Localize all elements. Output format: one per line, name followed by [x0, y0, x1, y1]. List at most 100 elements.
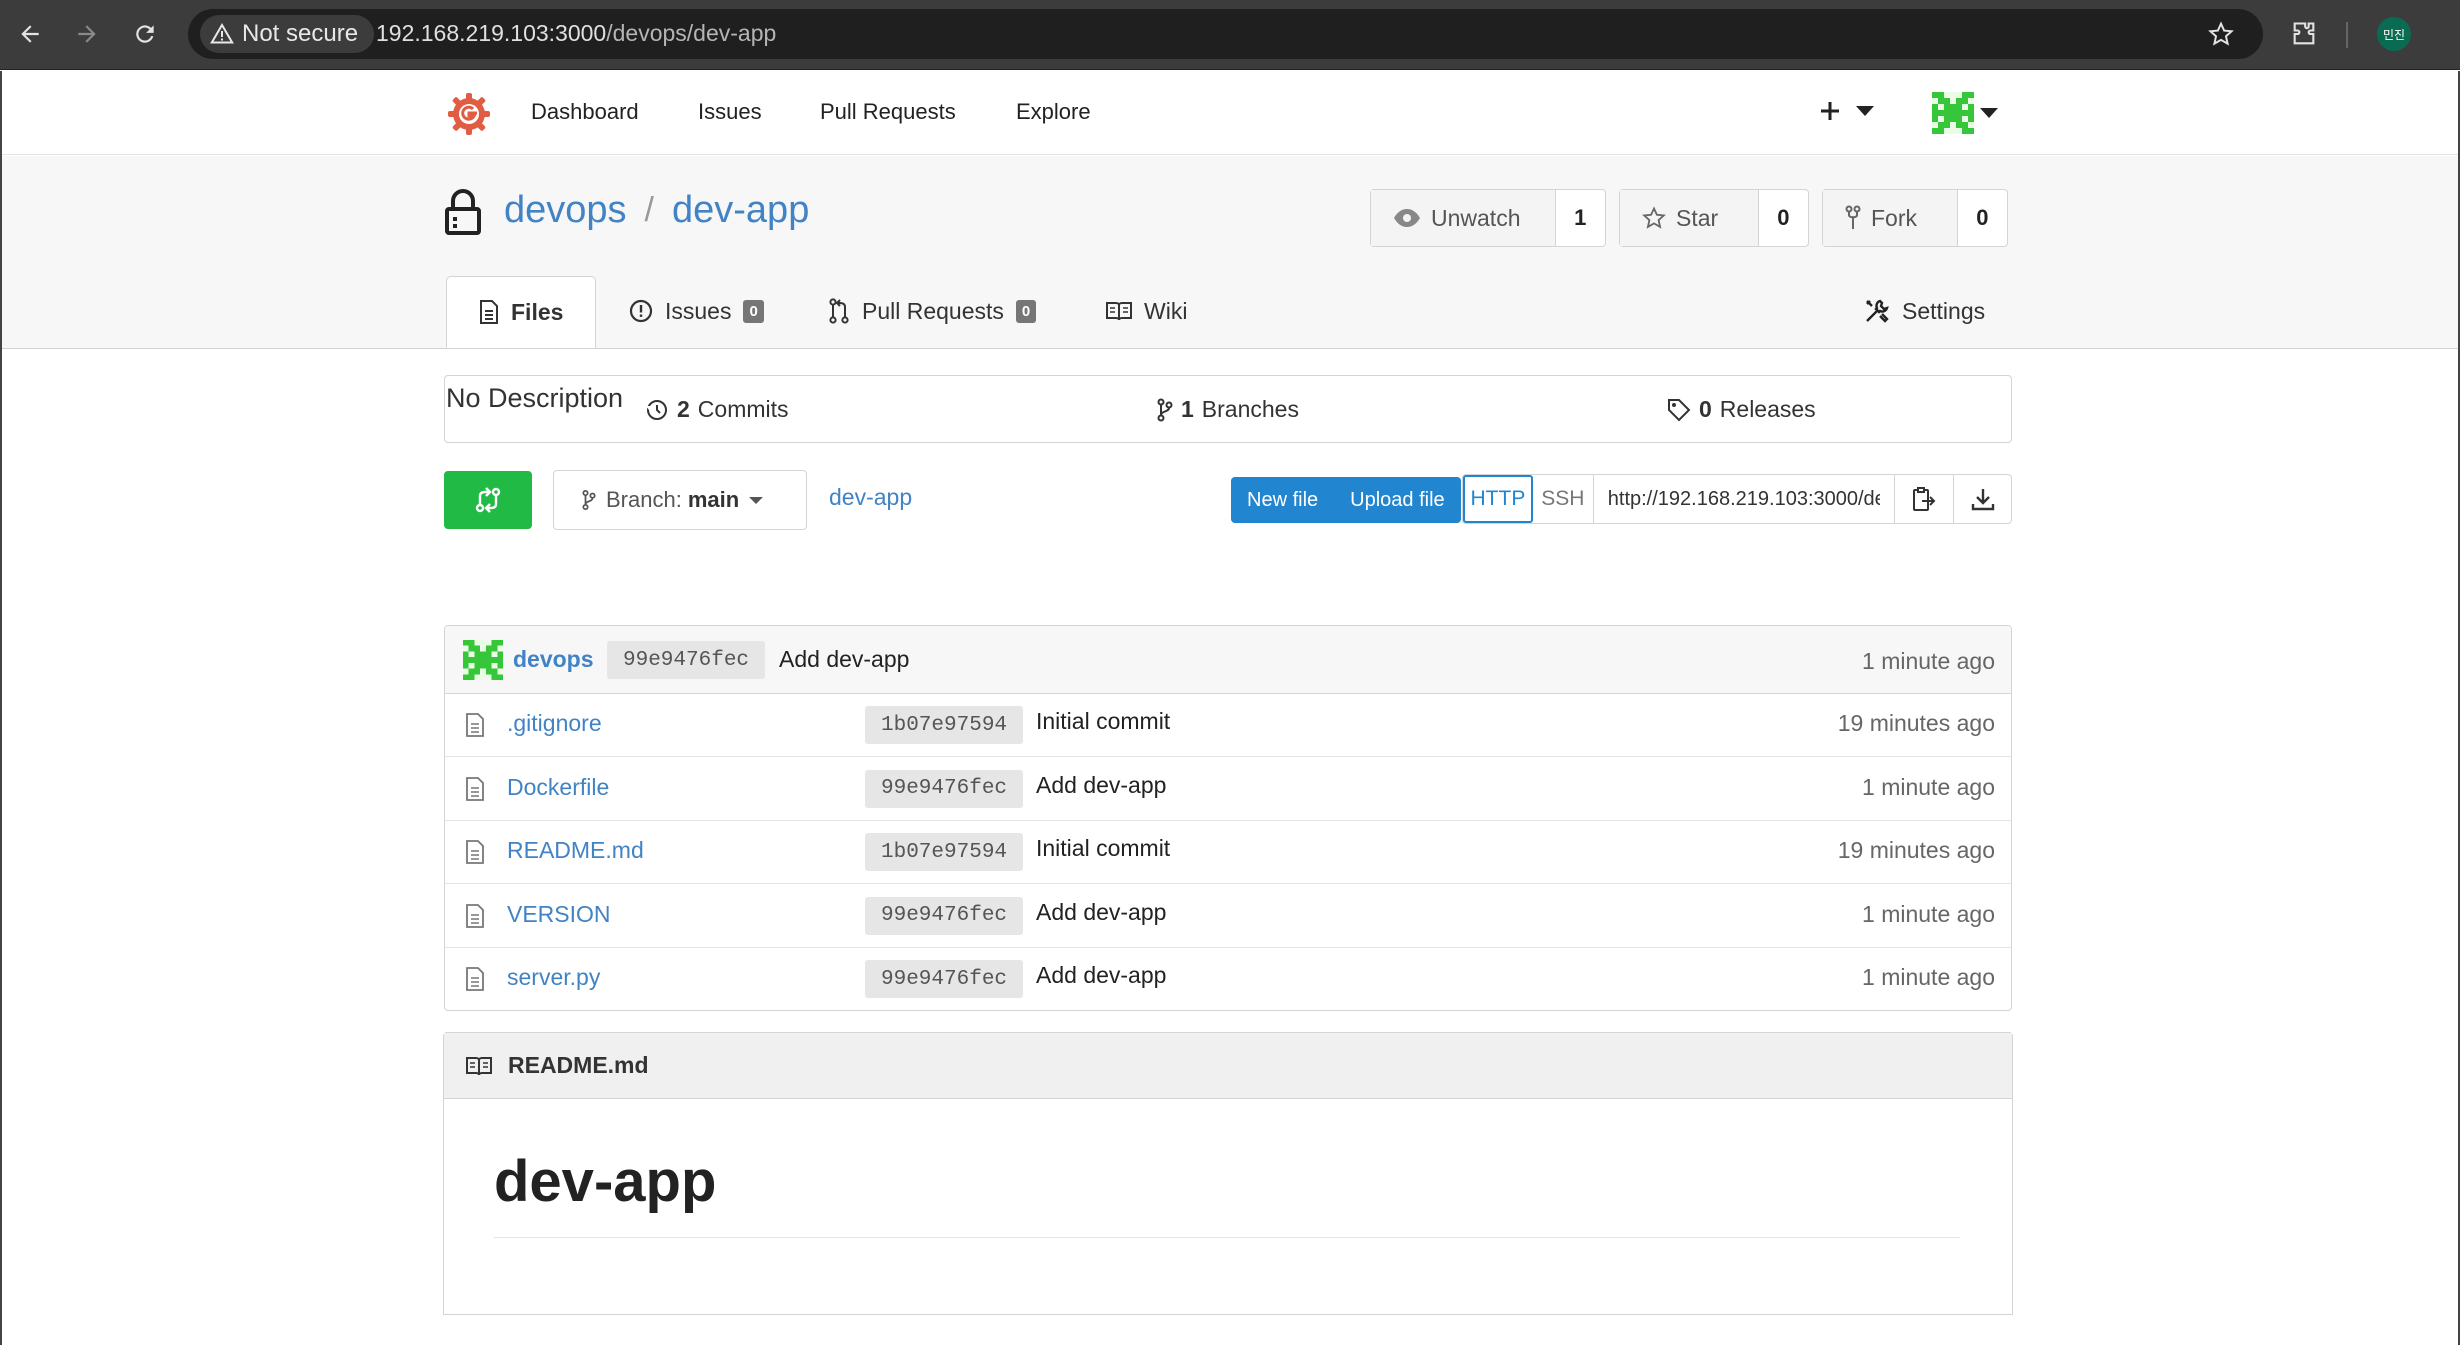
branches-label: Branches	[1201, 396, 1299, 422]
branches-count: 1	[1181, 396, 1194, 422]
file-row: README.md 1b07e97594 Initial commit 19 minu…	[445, 821, 2011, 884]
tab-pulls-label: Pull Requests	[862, 297, 1004, 324]
file-commit-sha[interactable]: 1b07e97594	[865, 706, 1024, 744]
clone-url-input[interactable]	[1592, 475, 1896, 523]
copy-clipboard-icon[interactable]	[1895, 475, 1953, 523]
toolbar-divider	[2346, 22, 2348, 48]
security-label: Not secure	[242, 20, 359, 47]
file-commit-message[interactable]: Initial commit	[1036, 835, 1170, 862]
file-commit-age: 1 minute ago	[1862, 773, 1995, 800]
new-file-button[interactable]: New file	[1231, 489, 1334, 512]
file-name-link[interactable]: VERSION	[507, 901, 611, 928]
nav-explore[interactable]: Explore	[1016, 99, 1091, 125]
fork-button[interactable]: Fork	[1823, 190, 1958, 246]
star-button[interactable]: Star	[1620, 190, 1759, 246]
branch-dropdown[interactable]: Branch: main	[553, 470, 807, 530]
file-commit-sha[interactable]: 1b07e97594	[865, 833, 1024, 871]
extensions-icon[interactable]	[2290, 20, 2318, 48]
http-clone-button[interactable]: HTTP	[1463, 475, 1533, 523]
tab-settings[interactable]: Settings	[1864, 276, 1985, 346]
tab-issues-label: Issues	[665, 297, 732, 324]
file-name-link[interactable]: README.md	[507, 837, 644, 864]
ssh-clone-button[interactable]: SSH	[1533, 475, 1593, 523]
file-commit-age: 1 minute ago	[1862, 964, 1995, 990]
releases-label: Releases	[1719, 396, 1816, 422]
branches-stat[interactable]: 1 Branches	[1157, 396, 1299, 423]
star-count[interactable]: 0	[1759, 190, 1808, 246]
file-commit-message[interactable]: Add dev-app	[1036, 772, 1166, 799]
tools-icon	[1864, 298, 1890, 324]
file-table: devops 99e9476fec Add dev-app 1 minute a…	[444, 625, 2012, 1011]
fork-count[interactable]: 0	[1958, 190, 2007, 246]
gitea-logo-icon[interactable]	[446, 91, 492, 137]
file-commit-message[interactable]: Initial commit	[1036, 708, 1170, 735]
tab-pull-requests[interactable]: Pull Requests 0	[828, 276, 1037, 346]
releases-stat[interactable]: 0 Releases	[1667, 396, 1816, 423]
watch-button-group: Unwatch 1	[1370, 189, 1606, 247]
warning-icon	[210, 22, 234, 46]
url-text: 192.168.219.103:3000/devops/dev-app	[376, 20, 776, 47]
compare-button[interactable]	[444, 471, 532, 529]
file-row: server.py 99e9476fec Add dev-app 1 minute a…	[445, 948, 2011, 1010]
file-commit-age: 1 minute ago	[1862, 900, 1995, 927]
commit-author-link[interactable]: devops	[513, 646, 594, 673]
security-chip[interactable]: Not secure	[200, 15, 375, 53]
unwatch-button[interactable]: Unwatch	[1371, 190, 1556, 246]
back-icon[interactable]	[10, 14, 50, 54]
url-host: 192.168.219.103:3000	[376, 20, 607, 46]
book-icon	[466, 1056, 492, 1076]
user-menu[interactable]	[1932, 92, 1998, 134]
readme-header: README.md	[444, 1033, 2012, 1099]
forward-icon[interactable]	[67, 14, 107, 54]
latest-commit-row: devops 99e9476fec Add dev-app 1 minute a…	[445, 626, 2011, 694]
file-name-link[interactable]: Dockerfile	[507, 774, 609, 801]
file-row: VERSION 99e9476fec Add dev-app 1 minute ago	[445, 885, 2011, 948]
repo-owner-link[interactable]: devops	[504, 189, 627, 232]
readme-filename: README.md	[508, 1052, 649, 1078]
tab-wiki-label: Wiki	[1144, 297, 1188, 324]
clone-panel: HTTP SSH	[1462, 474, 2012, 524]
commits-count: 2	[677, 396, 690, 422]
file-commit-message[interactable]: Add dev-app	[1036, 962, 1166, 989]
commit-sha-button[interactable]: 99e9476fec	[607, 641, 766, 679]
commits-label: Commits	[697, 396, 789, 422]
tab-issues[interactable]: Issues 0	[629, 276, 764, 346]
branch-name: main	[687, 487, 740, 512]
tab-wiki[interactable]: Wiki	[1106, 276, 1187, 346]
address-bar[interactable]: Not secure 192.168.219.103:3000/devops/d…	[188, 9, 2263, 59]
file-commit-age: 19 minutes ago	[1837, 710, 1995, 736]
repo-header: devops / dev-app Unwatch 1 Star 0 Fork 0	[2, 156, 2458, 349]
bookmark-star-icon[interactable]	[2208, 21, 2234, 47]
profile-avatar[interactable]: 민진	[2377, 17, 2411, 51]
tag-icon	[1667, 398, 1691, 422]
caret-down-icon	[1980, 107, 1998, 119]
file-commit-sha[interactable]: 99e9476fec	[865, 896, 1024, 935]
pulls-count-badge: 0	[1015, 299, 1037, 323]
readme-heading: dev-app	[494, 1149, 717, 1214]
commits-stat[interactable]: 2 Commits	[645, 396, 789, 423]
reload-icon[interactable]	[125, 14, 165, 54]
watch-count[interactable]: 1	[1556, 190, 1605, 246]
fork-icon	[1845, 205, 1861, 231]
file-commit-message[interactable]: Add dev-app	[1036, 899, 1166, 926]
create-new-menu[interactable]	[1818, 99, 1874, 123]
file-commit-sha[interactable]: 99e9476fec	[865, 769, 1024, 808]
eye-icon	[1393, 208, 1421, 228]
file-name-link[interactable]: server.py	[507, 964, 600, 991]
nav-pull-requests[interactable]: Pull Requests	[820, 99, 956, 125]
file-icon	[465, 840, 485, 864]
tab-files[interactable]: Files	[446, 276, 597, 348]
readme-panel: README.md dev-app	[443, 1032, 2013, 1315]
nav-issues[interactable]: Issues	[698, 99, 762, 125]
history-icon	[645, 398, 669, 422]
upload-file-button[interactable]: Upload file	[1334, 489, 1461, 512]
file-commit-sha[interactable]: 99e9476fec	[865, 960, 1024, 998]
path-breadcrumb[interactable]: dev-app	[829, 484, 912, 511]
nav-dashboard[interactable]: Dashboard	[531, 99, 639, 125]
download-icon[interactable]	[1953, 475, 2011, 523]
repo-title-separator: /	[644, 191, 654, 229]
repo-name-link[interactable]: dev-app	[672, 189, 809, 232]
tab-settings-label: Settings	[1902, 297, 1986, 324]
commit-author-avatar[interactable]	[463, 640, 503, 680]
file-name-link[interactable]: .gitignore	[507, 710, 602, 737]
